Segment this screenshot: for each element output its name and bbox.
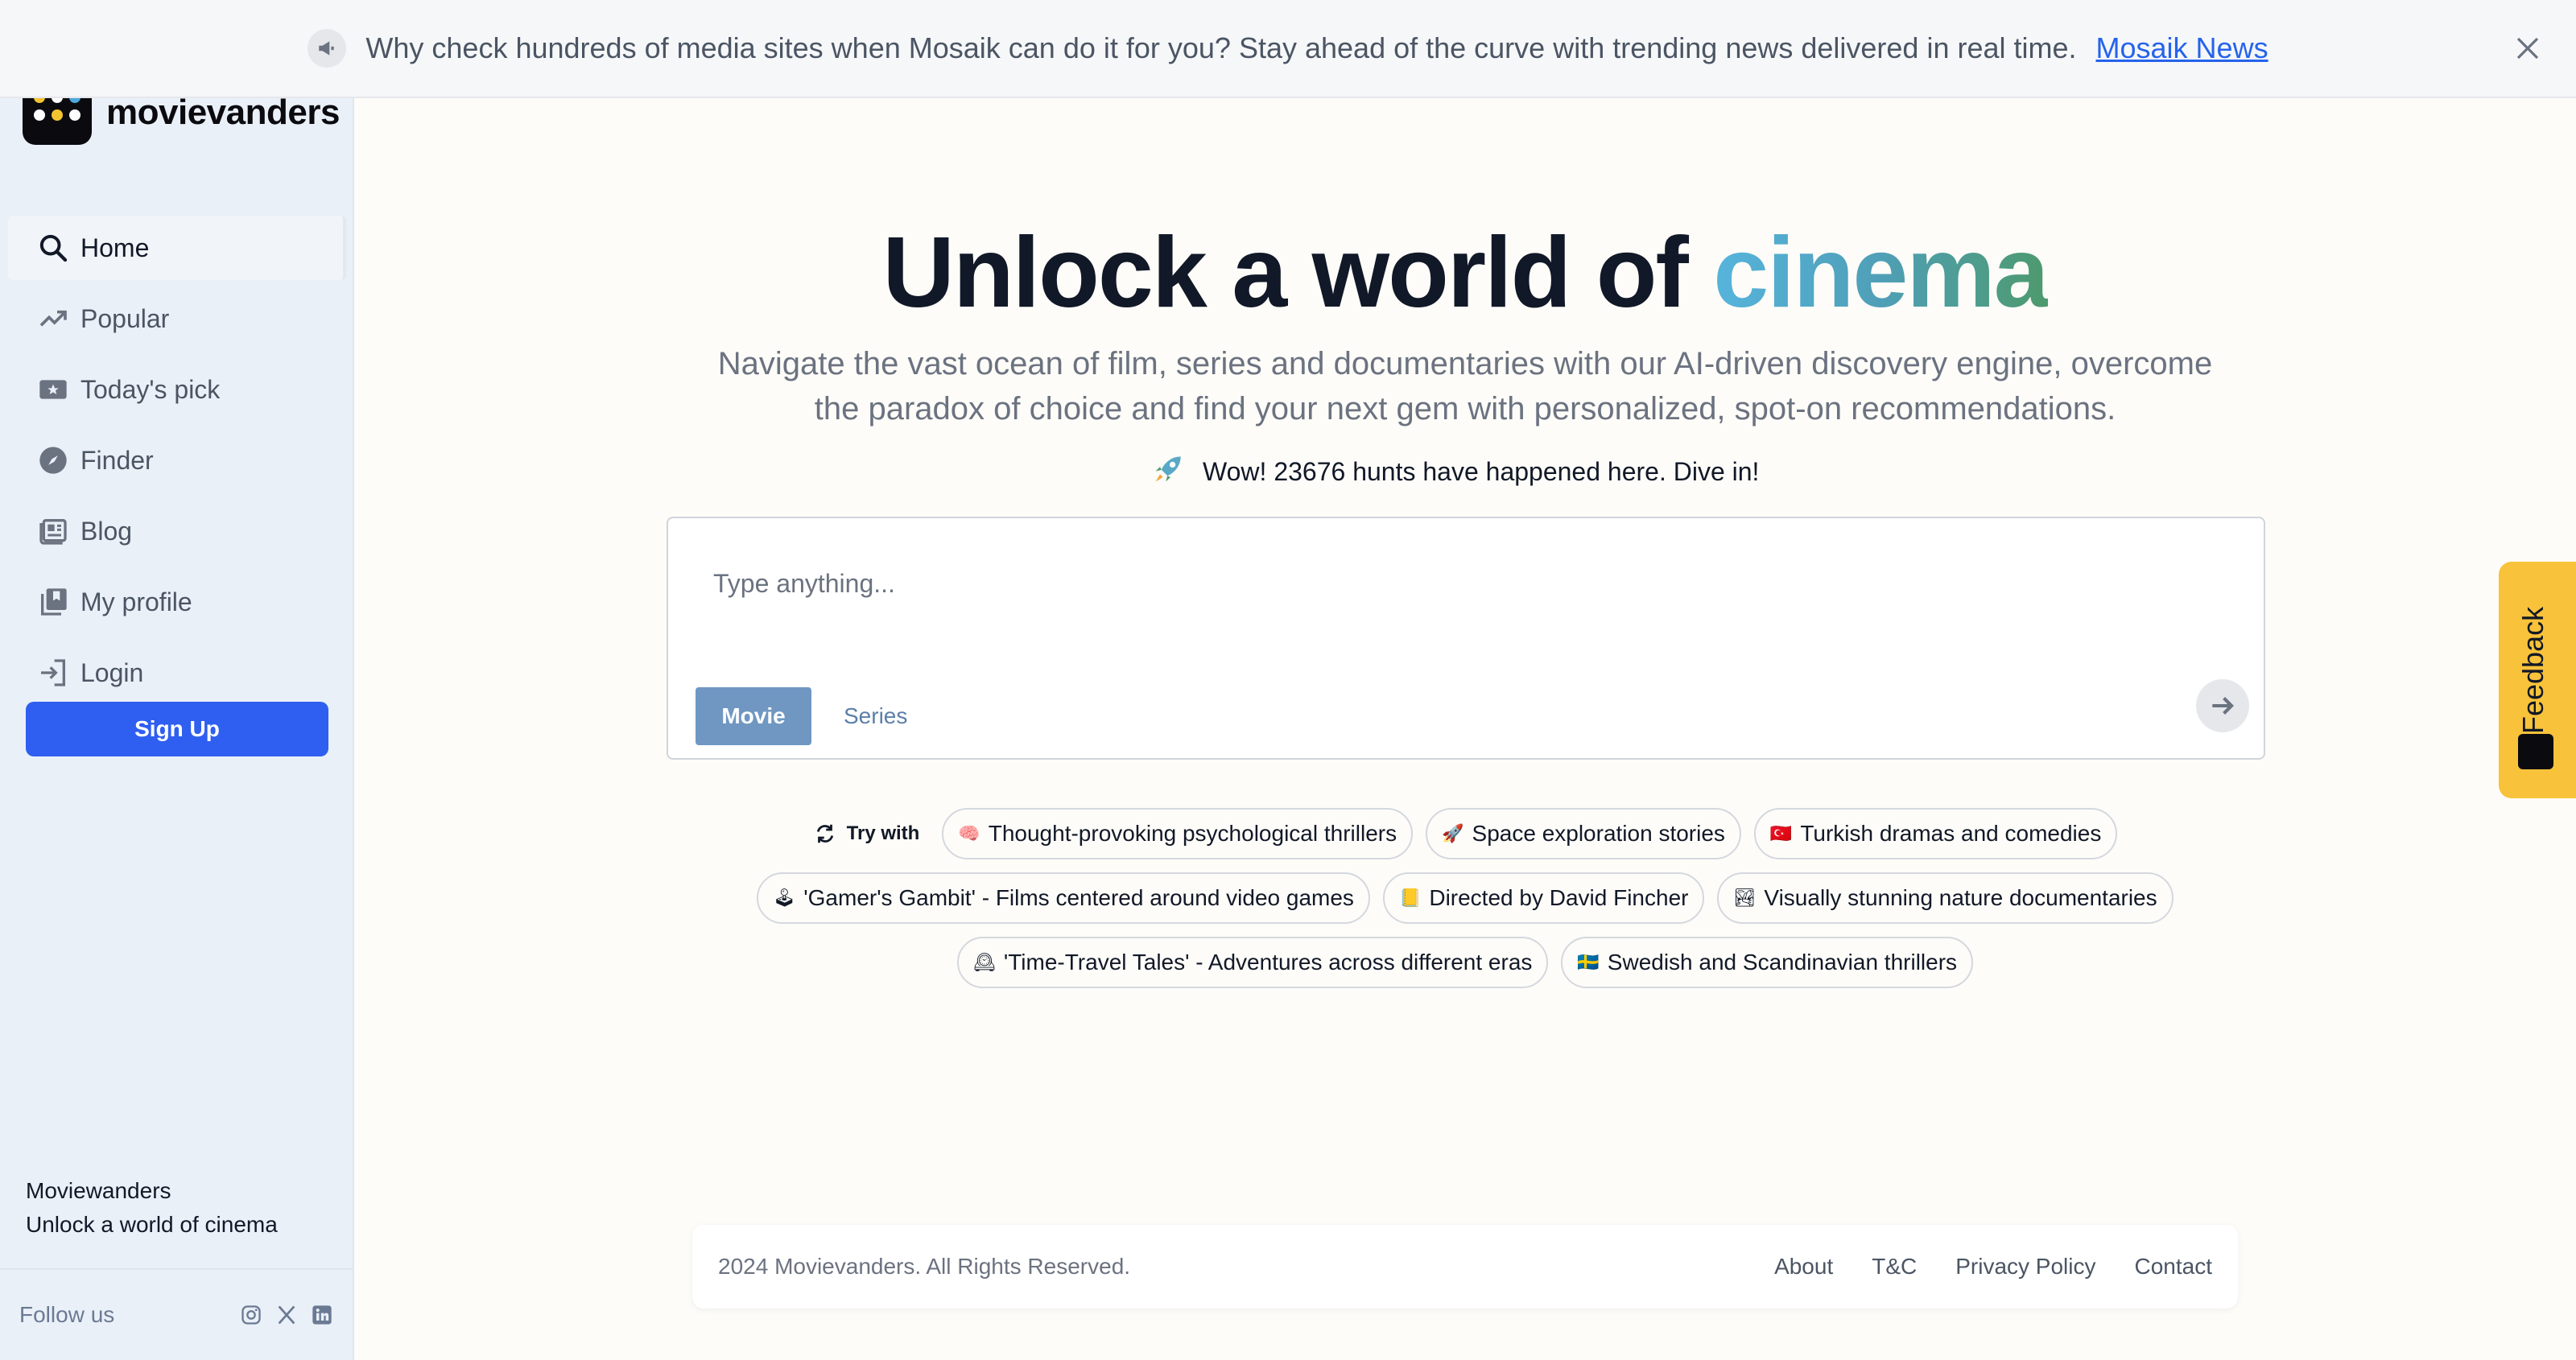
chip-emoji: 📒: [1398, 888, 1422, 909]
page-title-prefix: Unlock a world of: [882, 217, 1688, 328]
chip-emoji: 🕹: [773, 888, 796, 909]
try-with-label: Try with: [813, 808, 920, 859]
send-button[interactable]: [2196, 679, 2249, 732]
library-icon: [41, 588, 67, 616]
sidebar-item-finder[interactable]: Finder: [8, 428, 346, 492]
sidebar-item-my-profile[interactable]: My profile: [8, 570, 346, 634]
chip-label: Space exploration stories: [1472, 821, 1725, 846]
tab-movie[interactable]: Movie: [696, 687, 811, 745]
chip-label: Directed by David Fincher: [1429, 885, 1689, 910]
suggestion-chip[interactable]: 🕰 'Time-Travel Tales' - Adventures across…: [956, 937, 1549, 988]
chip-emoji: 🇹🇷: [1769, 823, 1793, 844]
sidebar-nav: Home Popular Today's pick Finder Blog My…: [8, 216, 346, 711]
sidebar-item-label: Popular: [80, 303, 170, 333]
social-links: [238, 1302, 335, 1328]
suggestion-chip[interactable]: 📒 Directed by David Fincher: [1382, 872, 1705, 924]
linkedin-icon[interactable]: [309, 1302, 335, 1328]
sidebar-item-label: Today's pick: [80, 374, 221, 404]
ticket-icon: [39, 380, 67, 399]
banner-text: Why check hundreds of media sites when M…: [365, 31, 2077, 64]
hunt-counter: Wow! 23676 hunts have happened here. Div…: [1151, 451, 1759, 492]
sidebar-item-label: My profile: [80, 587, 192, 616]
chip-label: 'Time-Travel Tales' - Adventures across …: [1003, 950, 1533, 975]
sidebar-item-label: Blog: [80, 516, 133, 546]
sidebar-item-login[interactable]: Login: [8, 641, 346, 705]
chip-emoji: 🏞: [1733, 888, 1757, 909]
footer-link-privacy[interactable]: Privacy Policy: [1955, 1254, 2095, 1280]
rocket-icon: [1151, 451, 1187, 492]
chip-emoji: 🧠: [958, 823, 980, 844]
follow-us-label: Follow us: [19, 1302, 115, 1327]
chip-emoji: 🇸🇪: [1577, 952, 1600, 973]
sidebar: movievanders Home Popular Today's pick F…: [0, 0, 354, 1360]
sidebar-item-label: Home: [80, 233, 150, 262]
search-input[interactable]: [713, 563, 2082, 604]
footer-links: About T&C Privacy Policy Contact: [1774, 1254, 2212, 1280]
feedback-tab[interactable]: Feedback: [2499, 562, 2576, 798]
chip-emoji: 🕰: [972, 952, 996, 973]
login-icon: [41, 659, 65, 686]
suggestion-chip[interactable]: 🇸🇪 Swedish and Scandinavian thrillers: [1561, 937, 1974, 988]
page-footer: 2024 Movievanders. All Rights Reserved. …: [692, 1225, 2238, 1308]
refresh-icon: [816, 824, 833, 843]
sidebar-item-label: Finder: [80, 445, 154, 475]
footer-link-about[interactable]: About: [1774, 1254, 1833, 1280]
suggestion-chip[interactable]: 🧠 Thought-provoking psychological thrille…: [942, 808, 1414, 859]
hunt-counter-text: Wow! 23676 hunts have happened here. Div…: [1203, 456, 1760, 486]
arrow-right-icon: [2212, 697, 2234, 715]
chip-row: 🕰 'Time-Travel Tales' - Adventures across…: [354, 937, 2576, 988]
sidebar-footer-subtitle: Unlock a world of cinema: [26, 1212, 278, 1237]
suggestion-chip[interactable]: 🕹 'Gamer's Gambit' - Films centered aroun…: [757, 872, 1370, 924]
sidebar-item-label: Login: [80, 657, 144, 687]
megaphone-icon: [308, 29, 347, 68]
chip-label: Visually stunning nature documentaries: [1764, 885, 2157, 910]
try-with-text: Try with: [846, 822, 920, 844]
newspaper-icon: [39, 519, 67, 545]
page-title: Unlock a world of cinema: [354, 216, 2576, 330]
suggestion-chip[interactable]: 🇹🇷 Turkish dramas and comedies: [1753, 808, 2118, 859]
suggestion-chip[interactable]: 🏞 Visually stunning nature documentaries: [1717, 872, 2174, 924]
tab-series[interactable]: Series: [834, 687, 917, 745]
sidebar-item-popular[interactable]: Popular: [8, 286, 346, 351]
footer-link-contact[interactable]: Contact: [2135, 1254, 2213, 1280]
search-box: Movie Series: [667, 517, 2265, 760]
x-icon[interactable]: [274, 1302, 299, 1328]
sidebar-footer-title: Moviewanders: [26, 1178, 171, 1203]
chip-row: Try with 🧠 Thought-provoking psychologica…: [354, 808, 2576, 859]
copyright-text: 2024 Movievanders. All Rights Reserved.: [718, 1254, 1131, 1279]
instagram-icon[interactable]: [238, 1302, 264, 1328]
follow-us-bar: Follow us: [0, 1268, 354, 1360]
chip-label: Swedish and Scandinavian thrillers: [1607, 950, 1958, 975]
footer-link-terms[interactable]: T&C: [1872, 1254, 1917, 1280]
suggestion-chips: Try with 🧠 Thought-provoking psychologica…: [354, 808, 2576, 1001]
feedback-label: Feedback: [2516, 606, 2549, 734]
chip-label: 'Gamer's Gambit' - Films centered around…: [803, 885, 1354, 910]
search-icon: [39, 234, 68, 262]
sidebar-item-todays-pick[interactable]: Today's pick: [8, 357, 346, 422]
chip-label: Turkish dramas and comedies: [1800, 821, 2102, 846]
page-subtitle: Navigate the vast ocean of film, series …: [717, 346, 2213, 427]
suggestion-chip[interactable]: 🚀 Space exploration stories: [1426, 808, 1741, 859]
banner-link[interactable]: Mosaik News: [2096, 31, 2268, 65]
announcement-banner: Why check hundreds of media sites when M…: [0, 0, 2576, 98]
feedback-logo-icon: [2518, 734, 2553, 769]
chip-label: Thought-provoking psychological thriller…: [988, 821, 1397, 846]
close-icon[interactable]: [2508, 29, 2547, 68]
chip-emoji: 🚀: [1442, 823, 1464, 844]
trending-icon: [39, 310, 67, 327]
chip-row: 🕹 'Gamer's Gambit' - Films centered aroun…: [354, 872, 2576, 924]
sidebar-item-blog[interactable]: Blog: [8, 499, 346, 563]
compass-icon: [39, 447, 67, 474]
sidebar-item-home[interactable]: Home: [8, 216, 346, 280]
brand-name: movievanders: [106, 93, 340, 132]
sign-up-button[interactable]: Sign Up: [26, 702, 328, 756]
page-title-highlight: cinema: [1713, 217, 2049, 328]
